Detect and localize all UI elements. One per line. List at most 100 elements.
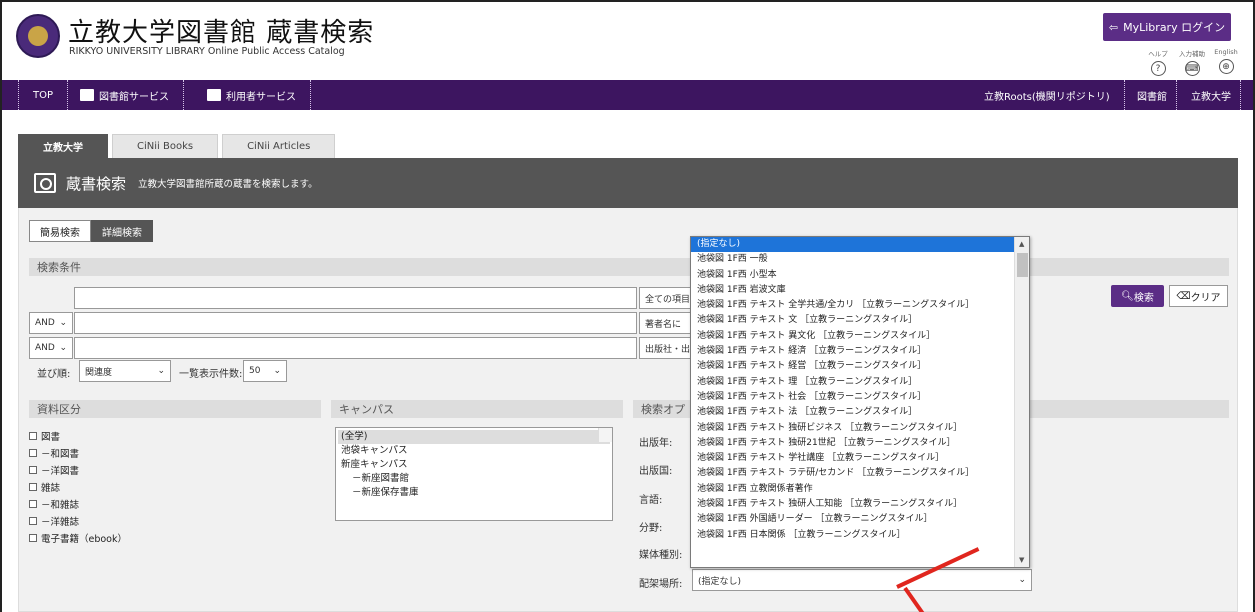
material-checkbox[interactable]: 図書 — [29, 427, 127, 444]
nav-repository-label: 立教Roots(機関リポジトリ) — [984, 91, 1110, 103]
operator-select-2[interactable]: AND ⌄ — [29, 312, 73, 334]
input-assist-label: 入力補助 — [1179, 50, 1205, 58]
book-icon — [207, 89, 221, 101]
nav-university[interactable]: 立教大学 — [1182, 80, 1241, 110]
material-label: －和雑誌 — [41, 499, 80, 511]
tab-cinii-articles[interactable]: CiNii Articles — [222, 134, 336, 158]
nav-user-services-label: 利用者サービス — [226, 91, 296, 103]
chevron-down-icon: ⌄ — [157, 366, 165, 376]
checkbox-box[interactable] — [29, 482, 37, 491]
material-checkbox[interactable]: 雑誌 — [29, 478, 127, 495]
keyword-input-2[interactable] — [74, 312, 637, 334]
nav-user-services[interactable]: 利用者サービス — [193, 80, 311, 110]
chevron-down-icon: ⌄ — [1018, 575, 1026, 585]
nav-library-services-label: 図書館サービス — [99, 91, 169, 103]
search-icon: 🔍︎ — [1121, 290, 1134, 302]
option-label: 媒体種別: — [639, 550, 683, 561]
dropdown-option[interactable]: (指定なし) — [691, 237, 1015, 253]
mylibrary-login-label: MyLibrary ログイン — [1123, 21, 1226, 34]
scroll-down-icon[interactable]: ▼ — [1019, 556, 1024, 564]
nav-library-services[interactable]: 図書館サービス — [66, 80, 184, 110]
tab-cinii-books[interactable]: CiNii Books — [112, 134, 219, 158]
list-item[interactable]: －新座図書館 — [338, 472, 610, 486]
field-select-3-value: 出版社・出 — [645, 344, 691, 355]
search-button-label: 検索 — [1133, 292, 1154, 304]
university-seal-logo[interactable] — [16, 14, 60, 58]
dropdown-option[interactable]: 池袋図 1F西 テキスト 理 ［立教ラーニングスタイル］ — [691, 375, 1015, 390]
dropdown-option[interactable]: 池袋図 1F西 テキスト 学社講座 ［立教ラーニングスタイル］ — [691, 451, 1015, 466]
dropdown-option[interactable]: 池袋図 1F西 テキスト 独研人工知能 ［立教ラーニングスタイル］ — [691, 497, 1015, 512]
catalog-tabs: 立教大学 CiNii Books CiNii Articles — [18, 134, 336, 158]
material-checkbox[interactable]: －和雑誌 — [29, 495, 127, 512]
dropdown-option[interactable]: 池袋図 1F西 岩波文庫 — [691, 283, 1015, 298]
search-button[interactable]: 🔍︎ 検索 — [1111, 285, 1164, 307]
tab-rikkyo[interactable]: 立教大学 — [18, 134, 108, 158]
english-link[interactable]: English ⊕ — [1213, 48, 1239, 76]
search-panel: 簡易検索 詳細検索 検索条件 全ての項目 AND ⌄ 著者名に AND ⌄ 出版社・… — [18, 208, 1238, 612]
material-label: －洋図書 — [41, 465, 80, 477]
list-item[interactable]: －新座保存書庫 — [338, 486, 610, 500]
input-assist-link[interactable]: 入力補助 ⌨ — [1179, 48, 1205, 76]
mylibrary-login-button[interactable]: ⇦ MyLibrary ログイン — [1103, 13, 1231, 41]
checkbox-box[interactable] — [29, 516, 37, 525]
list-item[interactable]: 新座キャンパス — [338, 458, 610, 472]
dropdown-option[interactable]: 池袋図 1F西 テキスト 法 ［立教ラーニングスタイル］ — [691, 405, 1015, 420]
list-item[interactable]: 池袋キャンパス — [338, 444, 610, 458]
operator-select-3[interactable]: AND ⌄ — [29, 337, 73, 359]
material-checkbox[interactable]: －洋図書 — [29, 461, 127, 478]
search-catalog-icon — [34, 173, 56, 193]
location-select[interactable]: (指定なし) ⌄ — [692, 569, 1032, 591]
checkbox-box[interactable] — [29, 499, 37, 508]
dropdown-option[interactable]: 池袋図 1F西 小型本 — [691, 268, 1015, 283]
count-select[interactable]: 50 ⌄ — [243, 360, 287, 382]
advanced-search-tab[interactable]: 詳細検索 — [91, 220, 153, 242]
dropdown-option[interactable]: 池袋図 1F西 テキスト 異文化 ［立教ラーニングスタイル］ — [691, 329, 1015, 344]
chevron-down-icon: ⌄ — [59, 343, 67, 353]
checkbox-box[interactable] — [29, 431, 37, 440]
dropdown-option[interactable]: 池袋図 1F西 テキスト 全学共通/全カリ ［立教ラーニングスタイル］ — [691, 298, 1015, 313]
help-icon: ? — [1150, 61, 1166, 76]
keyword-input-3[interactable] — [74, 337, 637, 359]
dropdown-option[interactable]: 池袋図 1F西 テキスト 独研ビジネス ［立教ラーニングスタイル］ — [691, 421, 1015, 436]
scrollbar-thumb[interactable] — [1017, 253, 1028, 277]
dropdown-option[interactable]: 池袋図 1F西 一般 — [691, 252, 1015, 267]
checkbox-box[interactable] — [29, 465, 37, 474]
keyword-input-1[interactable] — [74, 287, 637, 309]
dropdown-option[interactable]: 池袋図 1F西 テキスト 経済 ［立教ラーニングスタイル］ — [691, 344, 1015, 359]
dropdown-option[interactable]: 池袋図 1F西 テキスト 独研21世紀 ［立教ラーニングスタイル］ — [691, 436, 1015, 451]
nav-top[interactable]: TOP — [18, 80, 69, 110]
dropdown-option[interactable]: 池袋図 1F西 立教関係者著作 — [691, 482, 1015, 497]
conditions-header: 検索条件 — [29, 258, 1229, 276]
material-label: －和図書 — [41, 448, 80, 460]
sort-select[interactable]: 関連度 ⌄ — [79, 360, 171, 382]
campus-listbox[interactable]: (全学) 池袋キャンパス 新座キャンパス －新座図書館 －新座保存書庫 — [335, 427, 613, 521]
search-header: 蔵書検索 立教大学図書館所蔵の蔵書を検索します。 — [18, 158, 1238, 208]
option-label: 分野: — [639, 523, 663, 534]
location-dropdown-list[interactable]: (指定なし) 池袋図 1F西 一般 池袋図 1F西 小型本 池袋図 1F西 岩波… — [690, 236, 1030, 568]
scroll-up-icon[interactable]: ▲ — [1019, 240, 1024, 248]
globe-icon: ⊕ — [1218, 59, 1234, 74]
clear-button[interactable]: ⌫ クリア — [1169, 285, 1228, 307]
count-label: 一覧表示件数: — [179, 369, 243, 380]
option-label: 出版国: — [639, 466, 673, 477]
help-link[interactable]: ヘルプ ? — [1145, 48, 1171, 76]
checkbox-box[interactable] — [29, 448, 37, 457]
list-item[interactable]: (全学) — [338, 430, 610, 444]
dropdown-option[interactable]: 池袋図 1F西 テキスト ラテ研/セカンド ［立教ラーニングスタイル］ — [691, 466, 1015, 481]
dropdown-option[interactable]: 池袋図 1F西 日本関係 ［立教ラーニングスタイル］ — [691, 528, 1015, 543]
option-label: 言語: — [639, 495, 663, 506]
checkbox-box[interactable] — [29, 533, 37, 542]
dropdown-scrollbar[interactable]: ▲ ▼ — [1014, 237, 1029, 567]
dropdown-option[interactable]: 池袋図 1F西 テキスト 経営 ［立教ラーニングスタイル］ — [691, 359, 1015, 374]
simple-search-tab[interactable]: 簡易検索 — [29, 220, 91, 242]
site-title[interactable]: 立教大学図書館 蔵書検索 — [68, 12, 374, 49]
material-checkbox[interactable]: －和図書 — [29, 444, 127, 461]
dropdown-option[interactable]: 池袋図 1F西 外国語リーダー ［立教ラーニングスタイル］ — [691, 512, 1015, 527]
material-checkbox[interactable]: －洋雑誌 — [29, 512, 127, 529]
dropdown-option[interactable]: 池袋図 1F西 テキスト 社会 ［立教ラーニングスタイル］ — [691, 390, 1015, 405]
nav-library[interactable]: 図書館 — [1128, 80, 1177, 110]
dropdown-option[interactable]: 池袋図 1F西 テキスト 文 ［立教ラーニングスタイル］ — [691, 313, 1015, 328]
nav-repository[interactable]: 立教Roots(機関リポジトリ) — [970, 80, 1125, 110]
campus-scrollbar[interactable] — [598, 428, 612, 442]
material-checkbox[interactable]: 電子書籍（ebook） — [29, 529, 127, 546]
